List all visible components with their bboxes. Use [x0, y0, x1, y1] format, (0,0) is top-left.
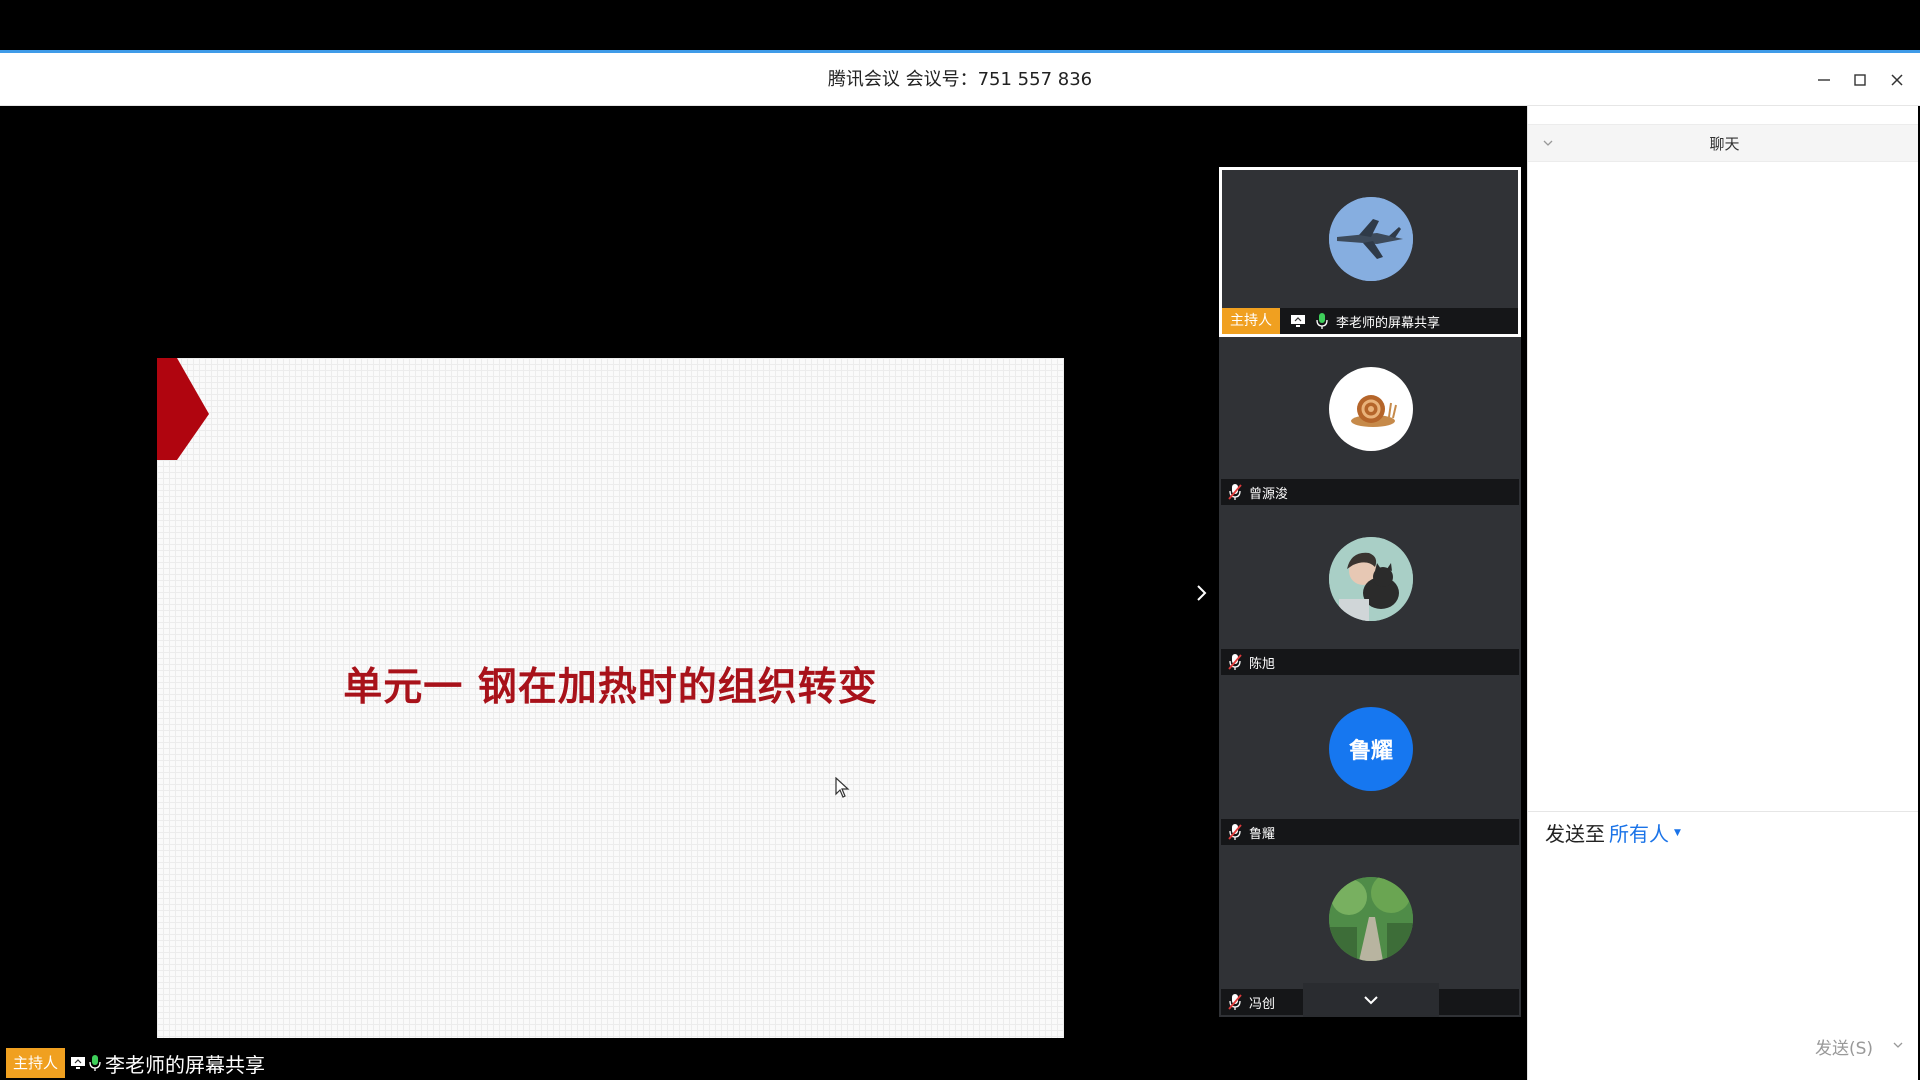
fighter-jet-image: [1329, 197, 1413, 281]
chevron-down-icon: [1364, 996, 1378, 1005]
forest-path-image: [1329, 877, 1413, 961]
slide-title: 单元一 钢在加热时的组织转变: [343, 665, 878, 710]
minimize-button[interactable]: [1807, 63, 1841, 97]
scroll-participants-down-button[interactable]: [1303, 983, 1439, 1017]
participant-name: 冯创: [1249, 996, 1276, 1012]
avatar-snail: [1329, 367, 1413, 451]
participant-name: 陈旭: [1249, 656, 1276, 672]
participant-name: 鲁耀: [1249, 826, 1276, 842]
window-title: 腾讯会议 会议号：751 557 836: [827, 69, 1093, 90]
send-to-label: 发送至: [1545, 822, 1605, 846]
microphone-muted-icon: [1225, 992, 1245, 1012]
active-speaker-name: 李老师的屏幕共享: [105, 1052, 266, 1077]
title-bar: 腾讯会议 会议号：751 557 836: [0, 53, 1920, 106]
minimize-icon: [1818, 79, 1830, 81]
microphone-on-icon: [88, 1053, 102, 1073]
slide-red-arrow-decoration: [157, 358, 209, 460]
participant-tile[interactable]: 陈旭: [1219, 507, 1521, 677]
presentation-slide: 单元一 钢在加热时的组织转变: [157, 358, 1064, 1038]
top-black-area: [0, 0, 1920, 50]
host-badge: 主持人: [6, 1048, 66, 1078]
chat-panel: 聊天 发送至 所有人 ▼ 发送(S): [1527, 106, 1920, 1080]
participant-namebar: 鲁耀: [1221, 819, 1519, 845]
chevron-right-icon: [1197, 585, 1207, 601]
person-with-cat-image: [1329, 537, 1413, 621]
participant-name: 李老师的屏幕共享: [1336, 315, 1441, 331]
screen-share-icon: [68, 1053, 88, 1073]
participant-namebar: 主持人 李老师的屏幕共享: [1222, 308, 1518, 334]
participant-namebar: 陈旭: [1221, 649, 1519, 675]
microphone-muted-icon: [1225, 652, 1245, 672]
close-button[interactable]: [1880, 63, 1914, 97]
maximize-icon: [1854, 74, 1866, 86]
recipient-value: 所有人: [1609, 822, 1669, 846]
avatar-person-with-cat: [1329, 537, 1413, 621]
send-to-row: 发送至 所有人 ▼: [1545, 818, 1681, 847]
avatar-initials-text: 鲁耀: [1348, 739, 1393, 764]
mouse-cursor-icon: [835, 777, 850, 798]
chat-header: 聊天: [1528, 124, 1920, 162]
snail-icon: [1351, 395, 1397, 427]
screen-share-icon: [1288, 311, 1308, 331]
participant-tile[interactable]: 曾源浚: [1219, 337, 1521, 507]
send-button[interactable]: 发送(S): [1815, 1034, 1873, 1059]
participant-tile[interactable]: 鲁耀 鲁耀: [1219, 677, 1521, 847]
chat-input-divider: [1528, 811, 1920, 812]
caret-down-icon: ▼: [1674, 827, 1681, 838]
chat-collapse-button[interactable]: [1540, 135, 1556, 151]
maximize-button[interactable]: [1843, 63, 1877, 97]
microphone-muted-icon: [1225, 822, 1245, 842]
avatar-fighter-jet: [1329, 197, 1413, 281]
participant-namebar: 曾源浚: [1221, 479, 1519, 505]
chevron-down-icon: [1543, 140, 1553, 146]
recipient-dropdown[interactable]: 所有人 ▼: [1609, 818, 1681, 847]
collapse-participants-button[interactable]: [1190, 578, 1214, 608]
avatar-initials: 鲁耀: [1329, 707, 1413, 791]
close-icon: [1891, 74, 1903, 86]
microphone-on-icon: [1312, 311, 1332, 331]
active-speaker-label: 主持人 李老师的屏幕共享: [6, 1048, 265, 1078]
participant-list: 主持人 李老师的屏幕共享 曾源浚 陈旭 鲁耀 鲁耀 冯创: [1219, 167, 1521, 1017]
chevron-down-icon: [1893, 1042, 1903, 1048]
chat-title: 聊天: [1709, 135, 1740, 153]
avatar-forest-path: [1329, 877, 1413, 961]
participant-tile-host[interactable]: 主持人 李老师的屏幕共享: [1219, 167, 1521, 337]
microphone-muted-icon: [1225, 482, 1245, 502]
participant-name: 曾源浚: [1249, 486, 1289, 502]
send-options-button[interactable]: [1890, 1036, 1906, 1054]
host-badge: 主持人: [1222, 308, 1280, 334]
